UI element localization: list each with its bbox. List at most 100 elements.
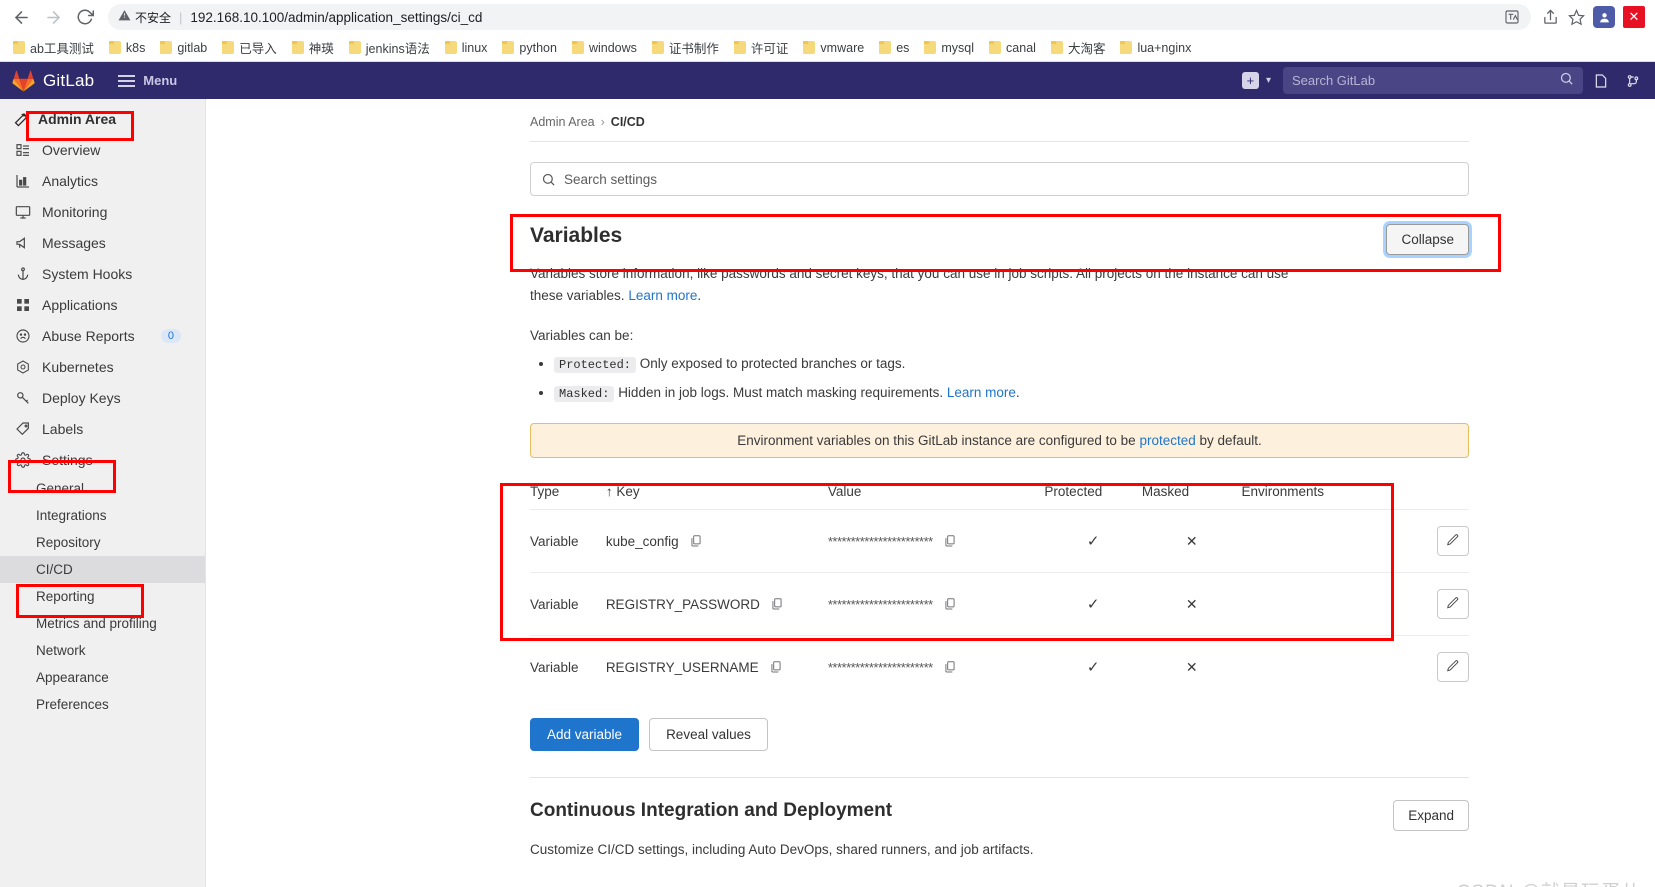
sidebar-subitem-network[interactable]: Network [0, 637, 205, 664]
copy-icon[interactable] [769, 660, 783, 674]
sidebar-subitem-cicd[interactable]: CI/CD [0, 556, 205, 583]
header-key[interactable]: ↑ Key [606, 484, 828, 510]
cicd-title: Continuous Integration and Deployment [530, 800, 893, 822]
sidebar-subitem-label: Reporting [36, 589, 95, 604]
sidebar-item-settings[interactable]: Settings [0, 444, 205, 475]
period: . [697, 287, 702, 303]
sidebar-subitem-general[interactable]: General [0, 475, 205, 502]
header-masked: Masked [1141, 484, 1190, 500]
bookmark-item[interactable]: k8s [102, 38, 152, 58]
sidebar-item-messages[interactable]: Messages [0, 227, 205, 258]
sidebar-item-monitoring[interactable]: Monitoring [0, 196, 205, 227]
merge-request-icon[interactable] [1587, 67, 1615, 95]
bookmark-item[interactable]: gitlab [153, 38, 214, 58]
collapse-button[interactable]: Collapse [1386, 224, 1469, 255]
pencil-icon [1446, 659, 1460, 676]
sidebar-subitem-label: Metrics and profiling [36, 616, 157, 631]
avatar[interactable] [1593, 6, 1615, 28]
cell-value: *********************** [827, 509, 1045, 573]
plus-square-icon[interactable]: + [1241, 72, 1259, 89]
sidebar-item-label: Abuse Reports [42, 327, 135, 344]
bullet-masked: Masked: Hidden in job logs. Must match m… [554, 382, 1469, 405]
edit-variable-button[interactable] [1437, 526, 1469, 557]
folder-icon [160, 41, 173, 54]
bookmark-item[interactable]: vmware [796, 38, 871, 58]
cell-type: Variable [530, 572, 606, 636]
protected-link[interactable]: protected [1139, 433, 1195, 448]
sidebar-subitem-appearance[interactable]: Appearance [0, 664, 205, 691]
bookmark-item[interactable]: linux [438, 38, 495, 58]
translate-icon[interactable] [1503, 8, 1521, 26]
masked-learn-more-link[interactable]: Learn more [947, 385, 1016, 400]
sidebar-subitem-metrics-and-profiling[interactable]: Metrics and profiling [0, 610, 205, 637]
sidebar-item-deploy-keys[interactable]: Deploy Keys [0, 382, 205, 413]
copy-icon[interactable] [943, 534, 957, 548]
bookmark-item[interactable]: mysql [917, 38, 981, 58]
share-icon[interactable] [1541, 8, 1559, 26]
bookmark-item[interactable]: lua+nginx [1113, 38, 1198, 58]
cell-key-text: REGISTRY_USERNAME [605, 659, 759, 675]
bookmark-item[interactable]: 证书制作 [645, 35, 726, 60]
alert-suffix: by default. [1199, 433, 1262, 449]
bookmark-item[interactable]: 大淘客 [1044, 35, 1113, 60]
bookmark-item[interactable]: python [495, 38, 564, 58]
chevron-down-icon[interactable]: ▾ [1266, 75, 1271, 86]
search-input[interactable]: Search GitLab [1283, 67, 1583, 94]
sidebar-item-applications[interactable]: Applications [0, 289, 205, 320]
bookmark-label: gitlab [177, 40, 208, 55]
sidebar-item-system-hooks[interactable]: System Hooks [0, 258, 205, 289]
sidebar-subitem-preferences[interactable]: Preferences [0, 691, 205, 718]
bookmark-label: mysql [941, 40, 975, 55]
add-variable-button[interactable]: Add variable [530, 718, 640, 752]
cell-masked: ✕ [1185, 658, 1198, 675]
sidebar-subitem-repository[interactable]: Repository [0, 529, 205, 556]
star-icon[interactable] [1567, 8, 1585, 26]
folder-icon [222, 41, 235, 54]
folder-icon [13, 41, 25, 54]
header-protected: Protected [1044, 484, 1103, 500]
copy-icon[interactable] [770, 597, 784, 611]
sidebar-item-admin-area[interactable]: Admin Area [0, 103, 205, 134]
cell-value: *********************** [827, 635, 1045, 699]
reload-icon[interactable] [70, 2, 100, 32]
reveal-values-button[interactable]: Reveal values [649, 718, 768, 752]
bookmark-item[interactable]: 已导入 [215, 35, 284, 60]
bookmark-item[interactable]: ab工具测试 [6, 35, 101, 60]
sidebar-item-kubernetes[interactable]: Kubernetes [0, 351, 205, 382]
bookmark-label: 大淘客 [1067, 42, 1106, 56]
back-arrow-icon[interactable] [6, 2, 36, 32]
copy-icon[interactable] [689, 534, 703, 548]
bookmark-item[interactable]: windows [565, 38, 644, 58]
bookmark-item[interactable]: canal [982, 38, 1043, 58]
cell-key-text: kube_config [605, 533, 679, 549]
close-icon[interactable]: ✕ [1623, 6, 1645, 28]
sidebar-subitem-reporting[interactable]: Reporting [0, 583, 205, 610]
copy-icon[interactable] [943, 597, 957, 611]
issues-icon[interactable] [1619, 67, 1647, 95]
sidebar-item-abuse-reports[interactable]: Abuse Reports 0 [0, 320, 205, 351]
sidebar-subitem-integrations[interactable]: Integrations [0, 502, 205, 529]
address-bar[interactable]: 不安全 | 192.168.10.100/admin/application_s… [108, 4, 1531, 30]
folder-icon [108, 41, 121, 54]
edit-variable-button[interactable] [1437, 652, 1469, 683]
sidebar-item-analytics[interactable]: Analytics [0, 165, 205, 196]
monitor-icon [14, 203, 31, 220]
learn-more-link[interactable]: Learn more [628, 288, 697, 303]
copy-icon[interactable] [943, 660, 957, 674]
gitlab-home-link[interactable]: GitLab [12, 70, 94, 92]
protected-by-default-alert: Environment variables on this GitLab ins… [530, 423, 1469, 459]
settings-search-input[interactable]: Search settings [530, 162, 1469, 196]
sidebar-item-labels[interactable]: Labels [0, 413, 205, 444]
forward-arrow-icon[interactable] [38, 2, 68, 32]
megaphone-icon [14, 234, 31, 251]
cicd-expand-button[interactable]: Expand [1393, 800, 1469, 832]
bookmark-item[interactable]: 神瑛 [285, 35, 341, 60]
edit-variable-button[interactable] [1437, 589, 1469, 620]
bookmark-item[interactable]: es [872, 38, 916, 58]
main-menu-button[interactable]: Menu [118, 73, 177, 88]
wrench-icon [12, 110, 29, 127]
breadcrumb-root[interactable]: Admin Area [530, 115, 595, 129]
bookmark-item[interactable]: 许可证 [727, 35, 796, 60]
bookmark-item[interactable]: jenkins语法 [342, 35, 437, 60]
sidebar-item-overview[interactable]: Overview [0, 134, 205, 165]
